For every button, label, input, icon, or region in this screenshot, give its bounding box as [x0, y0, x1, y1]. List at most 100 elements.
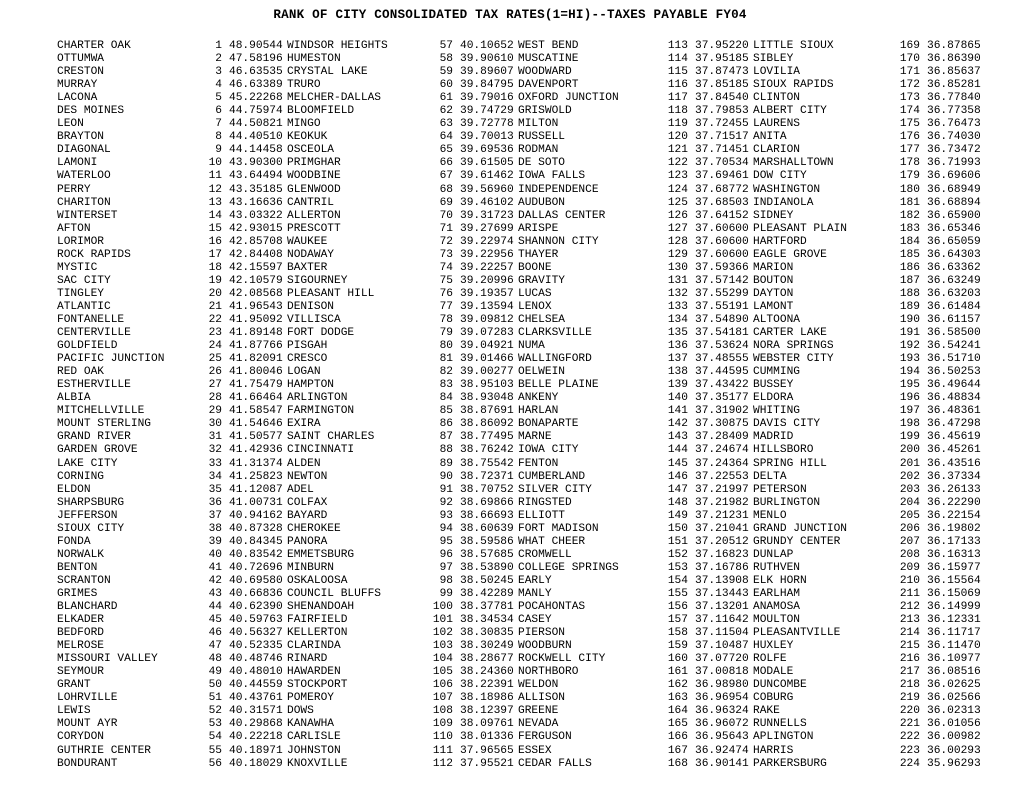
city-name: BONDURANT	[57, 757, 118, 770]
rank-number: 116	[667, 79, 688, 92]
tax-rate: 37.28409	[695, 431, 749, 444]
rank-number: 19	[208, 274, 222, 287]
city-name: RODMAN	[518, 144, 559, 157]
tax-rate: 36.65059	[927, 235, 981, 248]
tax-rate: 41.42936	[229, 444, 283, 457]
city-name: OTTUMWA	[57, 53, 104, 66]
tax-rate: 40.18029	[229, 757, 283, 770]
table-row: RUTHVEN 209 36.15977	[753, 562, 985, 575]
tax-rate: 40.69580	[229, 574, 283, 587]
rank-number: 78	[439, 313, 453, 326]
tax-rate: 36.92474	[695, 744, 749, 757]
rank-number: 221	[899, 718, 920, 731]
tax-rate: 36.10977	[927, 653, 981, 666]
table-row: ADEL 91 38.70752	[287, 484, 518, 497]
tax-rate: 36.65900	[927, 209, 981, 222]
table-row: RED OAK 26 41.80046	[57, 366, 287, 379]
table-row: SILVER CITY 147 37.21997	[518, 484, 753, 497]
city-name: CHARITON	[57, 196, 111, 209]
tax-rate: 46.63535	[229, 66, 283, 79]
table-row: DOW CITY 179 36.69606	[753, 170, 985, 183]
city-name: GRUNDY CENTER	[753, 535, 841, 548]
table-row: GRIMES 43 40.66836	[57, 588, 287, 601]
table-row: SPRING HILL 201 36.43516	[753, 458, 985, 471]
rank-number: 165	[667, 718, 688, 731]
table-row: GRISWOLD 118 37.79853	[518, 105, 753, 118]
table-row: GREENE 164 36.96324	[518, 705, 753, 718]
rank-number: 190	[899, 313, 920, 326]
rank-number: 141	[667, 405, 688, 418]
table-row: CLARKSVILLE 135 37.54181	[518, 327, 753, 340]
tax-rate: 36.58500	[927, 327, 981, 340]
city-name: OSKALOOSA	[287, 574, 348, 587]
city-name: JEFFERSON	[57, 509, 118, 522]
city-name: SIOUX CITY	[57, 522, 125, 535]
tax-rate: 37.48555	[695, 353, 749, 366]
table-row: KANAWHA 109 38.09761	[287, 718, 518, 731]
tax-rate: 36.98980	[695, 679, 749, 692]
rank-number: 196	[899, 392, 920, 405]
tax-rate: 37.55299	[695, 287, 749, 300]
table-row: MINGO 63 39.72778	[287, 118, 518, 131]
tax-rate: 44.14458	[229, 144, 283, 157]
tax-rate: 36.50253	[927, 366, 981, 379]
table-row: HILLSBORO 200 36.45261	[753, 444, 985, 457]
city-name: LACONA	[57, 92, 98, 105]
table-row: RAKE 220 36.02313	[753, 705, 985, 718]
tax-rate: 47.58196	[229, 53, 283, 66]
table-row: CRESCO 81 39.01466	[287, 353, 518, 366]
rank-number: 91	[439, 483, 453, 496]
city-name: RUNNELLS	[753, 718, 807, 731]
city-name: GRAVITY	[518, 274, 565, 287]
table-row: PLEASANT HILL 76 39.19357	[287, 288, 518, 301]
city-name: COBURG	[753, 692, 794, 705]
tax-rate: 37.55191	[695, 300, 749, 313]
table-row: SAINT CHARLES 87 38.77495	[287, 431, 518, 444]
tax-rate: 38.75542	[460, 457, 514, 470]
table-row: PARKERSBURG 224 35.96293	[753, 758, 985, 771]
city-name: TRURO	[287, 79, 321, 92]
tax-rate: 36.48834	[927, 392, 981, 405]
tax-rate: 40.59763	[229, 614, 283, 627]
table-row: ALBERT CITY 174 36.77358	[753, 105, 985, 118]
tax-rate: 36.76473	[927, 118, 981, 131]
table-row: SIOUX CITY 38 40.87328	[57, 523, 287, 536]
table-row: GLENWOOD 68 39.56960	[287, 184, 518, 197]
table-row: FAIRFIELD 101 38.34534	[287, 614, 518, 627]
city-name: WINTERSET	[57, 209, 118, 222]
tax-rate: 40.83542	[229, 548, 283, 561]
table-row: SAC CITY 19 42.10579	[57, 275, 287, 288]
table-row: NODAWAY 73 39.22956	[287, 249, 518, 262]
table-row: FONDA 39 40.84345	[57, 536, 287, 549]
table-row: EAGLE GROVE 185 36.64303	[753, 249, 985, 262]
tax-rate: 36.68949	[927, 183, 981, 196]
tax-rate: 37.21997	[695, 483, 749, 496]
rank-number: 56	[208, 757, 222, 770]
tax-rate: 36.77358	[927, 105, 981, 118]
city-name: SIGOURNEY	[287, 274, 348, 287]
rank-number: 137	[667, 353, 688, 366]
city-name: MILTON	[518, 118, 559, 131]
rank-number: 207	[899, 535, 920, 548]
rank-number: 126	[667, 209, 688, 222]
tax-rate: 41.58547	[229, 405, 283, 418]
rank-number: 45	[208, 614, 222, 627]
rank-number: 139	[667, 379, 688, 392]
city-name: WOODBINE	[287, 170, 341, 183]
tax-rate: 37.21982	[695, 496, 749, 509]
city-name: WALLINGFORD	[518, 353, 592, 366]
tax-rate: 36.45261	[927, 444, 981, 457]
city-name: WEBSTER CITY	[753, 353, 834, 366]
tax-rate: 43.03322	[229, 209, 283, 222]
tax-rate: 42.08568	[229, 287, 283, 300]
table-row: GOLDFIELD 24 41.87766	[57, 340, 287, 353]
tax-rate: 38.30249	[460, 640, 514, 653]
rank-number: 131	[667, 274, 688, 287]
table-row: HARLAN 141 37.31902	[518, 405, 753, 418]
table-row: NORA SPRINGS 192 36.54241	[753, 340, 985, 353]
city-name: EARLHAM	[753, 587, 800, 600]
tax-rate: 39.61505	[460, 157, 514, 170]
city-name: ALLERTON	[287, 209, 341, 222]
city-name: IOWA FALLS	[518, 170, 586, 183]
rank-number: 24	[208, 340, 222, 353]
